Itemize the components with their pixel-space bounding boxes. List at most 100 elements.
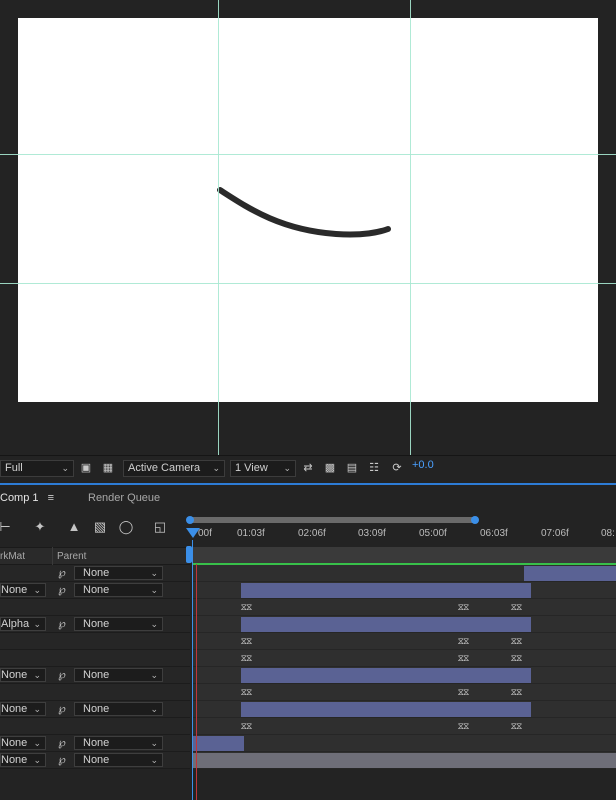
pickwhip-icon[interactable]: ℘: [55, 617, 69, 631]
layer-row[interactable]: Alpha ⌄ ℘ None ⌄: [0, 616, 616, 633]
tab-render-queue[interactable]: Render Queue: [88, 485, 160, 511]
guide-horizontal[interactable]: [0, 154, 616, 155]
keyframe-icon[interactable]: ⧖⧖: [507, 653, 525, 663]
property-row[interactable]: ⧖⧖ ⧖⧖ ⧖⧖: [0, 718, 616, 735]
layer-duration-bar[interactable]: [241, 583, 531, 598]
guide-horizontal[interactable]: [0, 283, 616, 284]
camera-dropdown[interactable]: Active Camera ⌄: [123, 460, 225, 477]
layer-row[interactable]: None ⌄ ℘ None ⌄: [0, 582, 616, 599]
pickwhip-icon[interactable]: ℘: [55, 668, 69, 682]
parent-dropdown[interactable]: None ⌄: [74, 566, 163, 580]
hamburger-icon[interactable]: ≡: [48, 492, 54, 504]
composition-canvas[interactable]: [18, 18, 598, 402]
timeline-empty-area[interactable]: [0, 769, 616, 800]
guide-vertical[interactable]: [410, 0, 411, 455]
tab-comp[interactable]: Comp 1 ≡: [0, 485, 54, 511]
layer-duration-bar[interactable]: [192, 753, 616, 768]
tab-comp-label: Comp 1: [0, 492, 39, 504]
layer-duration-bar[interactable]: [524, 566, 616, 581]
layer-row[interactable]: None ⌄ ℘ None ⌄: [0, 735, 616, 752]
layer-row[interactable]: ℘ None ⌄: [0, 565, 616, 582]
parent-dropdown[interactable]: None ⌄: [74, 668, 163, 682]
region-of-interest-icon[interactable]: ▣: [79, 462, 93, 475]
fast-previews-icon[interactable]: ▩: [323, 462, 337, 475]
shy-layers-icon[interactable]: ▲: [65, 519, 83, 535]
parent-dropdown[interactable]: None ⌄: [74, 617, 163, 631]
keyframe-icon[interactable]: ⧖⧖: [454, 653, 472, 663]
layer-duration-bar[interactable]: [241, 617, 531, 632]
work-area-end-handle[interactable]: [471, 516, 479, 524]
keyframe-icon[interactable]: ⧖⧖: [454, 602, 472, 612]
track-matte-dropdown[interactable]: None ⌄: [0, 702, 46, 716]
parent-dropdown[interactable]: None ⌄: [74, 753, 163, 767]
transparency-grid-icon[interactable]: ▦: [101, 462, 115, 475]
pickwhip-icon[interactable]: ℘: [55, 583, 69, 597]
track-matte-dropdown[interactable]: None ⌄: [0, 736, 46, 750]
layer-row[interactable]: None ⌄ ℘ None ⌄: [0, 701, 616, 718]
drawn-stroke: [217, 187, 391, 238]
keyframe-icon[interactable]: ⧖⧖: [454, 636, 472, 646]
layer-row[interactable]: None ⌄ ℘ None ⌄: [0, 752, 616, 769]
current-time-indicator[interactable]: [192, 540, 193, 800]
chevron-down-icon: ⌄: [150, 670, 158, 680]
draft-3d-icon[interactable]: ✦: [31, 519, 49, 535]
keyframe-icon[interactable]: ⧖⧖: [507, 687, 525, 697]
timeline-icon[interactable]: ▤: [345, 462, 359, 475]
keyframe-icon[interactable]: ⧖⧖: [237, 721, 255, 731]
ruler-tick: 01:03f: [237, 528, 265, 539]
chevron-down-icon: ⌄: [33, 755, 41, 765]
property-row[interactable]: ⧖⧖ ⧖⧖ ⧖⧖: [0, 650, 616, 667]
reset-exposure-icon[interactable]: ⟳: [390, 462, 404, 475]
ruler-tick: 06:03f: [480, 528, 508, 539]
parent-dropdown[interactable]: None ⌄: [74, 702, 163, 716]
pickwhip-icon[interactable]: ℘: [55, 736, 69, 750]
layer-row[interactable]: None ⌄ ℘ None ⌄: [0, 667, 616, 684]
keyframe-icon[interactable]: ⧖⧖: [237, 653, 255, 663]
chevron-down-icon: ⌄: [33, 670, 41, 680]
pickwhip-icon[interactable]: ℘: [55, 753, 69, 767]
guide-vertical[interactable]: [218, 0, 219, 455]
track-matte-dropdown[interactable]: Alpha ⌄: [0, 617, 46, 631]
ruler-tick: 07:06f: [541, 528, 569, 539]
property-row[interactable]: ⧖⧖ ⧖⧖ ⧖⧖: [0, 633, 616, 650]
playhead-icon[interactable]: [186, 528, 200, 538]
layer-duration-bar[interactable]: [241, 668, 531, 683]
keyframe-icon[interactable]: ⧖⧖: [454, 721, 472, 731]
pickwhip-icon[interactable]: ℘: [55, 566, 69, 580]
work-area-start-handle[interactable]: [186, 516, 194, 524]
layer-duration-bar[interactable]: [192, 736, 244, 751]
parent-dropdown[interactable]: None ⌄: [74, 736, 163, 750]
property-row[interactable]: ⧖⧖ ⧖⧖ ⧖⧖: [0, 684, 616, 701]
motion-blur-icon[interactable]: ◯: [117, 519, 135, 535]
views-dropdown[interactable]: 1 View ⌄: [230, 460, 296, 477]
keyframe-icon[interactable]: ⧖⧖: [507, 721, 525, 731]
keyframe-icon[interactable]: ⧖⧖: [454, 687, 472, 697]
layer-duration-bar[interactable]: [241, 702, 531, 717]
resolution-dropdown[interactable]: Full ⌄: [0, 460, 74, 477]
views-label: 1 View: [235, 462, 268, 474]
keyframe-icon[interactable]: ⧖⧖: [237, 602, 255, 612]
time-ruler[interactable]: 00f 01:03f 02:06f 03:09f 05:00f 06:03f 0…: [186, 513, 616, 546]
flowchart-icon[interactable]: ☷: [367, 462, 381, 475]
graph-editor-icon[interactable]: ◱: [151, 519, 169, 535]
chevron-down-icon: ⌄: [150, 755, 158, 765]
composition-viewer[interactable]: [0, 0, 616, 455]
toggle-pixel-aspect-icon[interactable]: ⇄: [301, 462, 315, 475]
chevron-down-icon: ⌄: [33, 704, 41, 714]
keyframe-icon[interactable]: ⧖⧖: [237, 636, 255, 646]
composition-flowchart-icon[interactable]: ⊢: [0, 519, 14, 535]
track-matte-dropdown[interactable]: None ⌄: [0, 753, 46, 767]
keyframe-icon[interactable]: ⧖⧖: [507, 636, 525, 646]
work-area-bar[interactable]: [188, 517, 476, 523]
viewer-toolbar: Full ⌄ ▣ ▦ Active Camera ⌄ 1 View ⌄ ⇄ ▩ …: [0, 455, 616, 480]
keyframe-icon[interactable]: ⧖⧖: [237, 687, 255, 697]
track-matte-dropdown[interactable]: None ⌄: [0, 583, 46, 597]
exposure-value[interactable]: +0.0: [412, 459, 434, 471]
property-row[interactable]: ⧖⧖ ⧖⧖ ⧖⧖: [0, 599, 616, 616]
keyframe-icon[interactable]: ⧖⧖: [507, 602, 525, 612]
chevron-down-icon: ⌄: [61, 463, 69, 473]
parent-dropdown[interactable]: None ⌄: [74, 583, 163, 597]
pickwhip-icon[interactable]: ℘: [55, 702, 69, 716]
track-matte-dropdown[interactable]: None ⌄: [0, 668, 46, 682]
frame-blending-icon[interactable]: ▧: [91, 519, 109, 535]
